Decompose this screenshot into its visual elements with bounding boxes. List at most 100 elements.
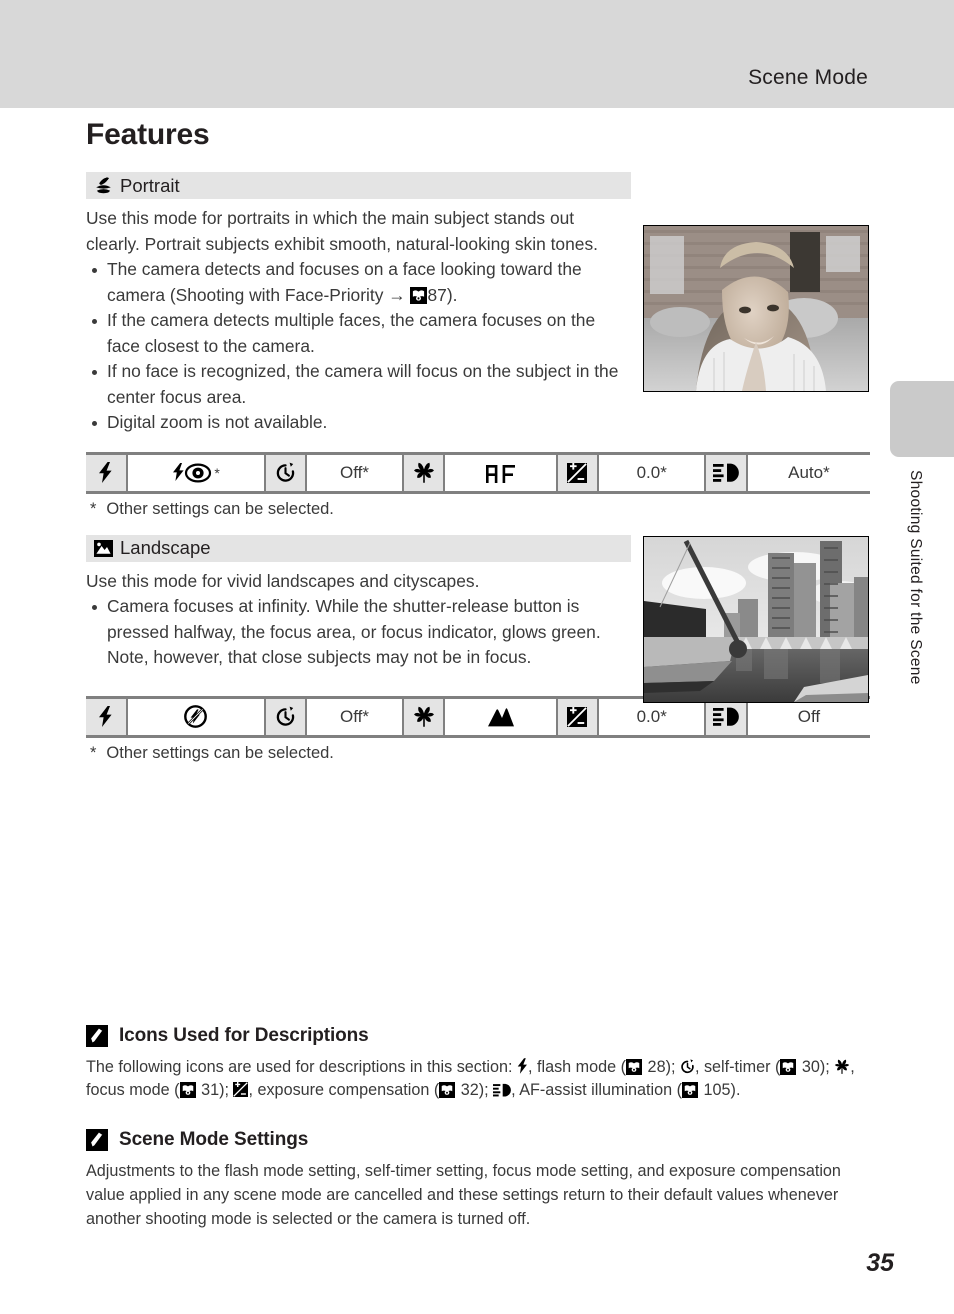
mode-header-landscape: Landscape bbox=[86, 534, 631, 562]
note-header: Icons Used for Descriptions bbox=[86, 1024, 870, 1047]
flash-mode-icon-cell bbox=[86, 454, 128, 491]
header-title: Scene Mode bbox=[748, 66, 868, 89]
note-body: Adjustments to the flash mode setting, s… bbox=[86, 1160, 868, 1231]
self-timer-icon bbox=[680, 1058, 695, 1074]
flash-mode-star: * bbox=[214, 464, 220, 481]
focus-mode-icon bbox=[834, 1059, 850, 1074]
portrait-sample-photo bbox=[643, 225, 869, 392]
exposure-compensation-icon bbox=[233, 1082, 249, 1098]
mode-intro-landscape: Use this mode for vivid landscapes and c… bbox=[86, 570, 480, 591]
note-seg: 105). bbox=[699, 1081, 741, 1100]
content-column: Features Portrait Use this mode for port… bbox=[86, 118, 871, 1231]
list-item: Camera focuses at infinity. While the sh… bbox=[86, 594, 631, 671]
self-timer-icon-cell bbox=[265, 454, 308, 491]
self-timer-value-cell: Off* bbox=[307, 698, 404, 735]
note-seg: , self-timer ( bbox=[694, 1057, 781, 1076]
bullet-text-post: ). bbox=[446, 284, 458, 305]
book-icon bbox=[626, 1058, 643, 1076]
exposure-compensation-icon bbox=[567, 706, 588, 727]
flash-mode-icon bbox=[517, 1057, 528, 1074]
book-icon bbox=[780, 1058, 797, 1076]
pencil-note-icon bbox=[86, 1024, 108, 1047]
bullet-ref-page: 87 bbox=[427, 284, 447, 305]
mode-block-portrait: Portrait Use this mode for portraits in … bbox=[86, 172, 871, 519]
footnote-landscape: * Other settings can be selected. bbox=[86, 744, 870, 763]
exposure-compensation-icon-cell bbox=[557, 454, 600, 491]
bullet-text: If the camera detects multiple faces, th… bbox=[107, 310, 596, 356]
mode-bullets-portrait: The camera detects and focuses on a face… bbox=[86, 257, 631, 436]
note-seg: The following icons are used for descrip… bbox=[86, 1057, 517, 1076]
list-item: If the camera detects multiple faces, th… bbox=[86, 308, 631, 359]
af-assist-icon bbox=[713, 463, 739, 482]
note-title: Scene Mode Settings bbox=[119, 1129, 309, 1151]
page-title: Features bbox=[86, 118, 210, 151]
focus-mode-icon bbox=[413, 462, 435, 483]
focus-mode-icon-cell bbox=[403, 454, 446, 491]
bullet-text: The camera detects and focuses on a face… bbox=[107, 259, 582, 305]
note-block-icons-used: Icons Used for Descriptions The followin… bbox=[86, 1024, 870, 1104]
mode-name-landscape: Landscape bbox=[120, 537, 211, 558]
note-block-scene-mode-settings: Scene Mode Settings Adjustments to the f… bbox=[86, 1129, 870, 1231]
af-icon bbox=[485, 463, 517, 483]
note-paragraph: Adjustments to the flash mode setting, s… bbox=[86, 1162, 841, 1228]
bullet-text: Digital zoom is not available. bbox=[107, 412, 328, 432]
footnote-star: * bbox=[90, 743, 97, 762]
note-seg: 31); bbox=[196, 1081, 234, 1100]
side-tab-label: Shooting Suited for the Scene bbox=[907, 470, 924, 685]
exposure-compensation-icon-cell bbox=[557, 698, 600, 735]
mode-intro-portrait: Use this mode for portraits in which the… bbox=[86, 208, 598, 254]
book-icon bbox=[439, 1082, 456, 1099]
mode-body-portrait: Use this mode for portraits in which the… bbox=[86, 206, 631, 436]
af-assist-value-cell: Auto* bbox=[747, 454, 871, 491]
pencil-note-icon bbox=[86, 1129, 108, 1152]
note-header: Scene Mode Settings bbox=[86, 1129, 870, 1152]
self-timer-icon-cell bbox=[265, 698, 308, 735]
af-assist-icon-cell bbox=[706, 698, 748, 735]
footnote-text: Other settings can be selected. bbox=[106, 499, 334, 518]
bullet-text: Camera focuses at infinity. While the sh… bbox=[107, 596, 601, 667]
note-seg: 30); bbox=[797, 1057, 835, 1076]
focus-mode-value-cell bbox=[445, 698, 558, 735]
note-seg: 32); bbox=[456, 1081, 494, 1100]
mode-header-portrait: Portrait bbox=[86, 172, 631, 199]
flash-mode-value-cell: * bbox=[127, 454, 266, 491]
portrait-icon bbox=[94, 176, 113, 195]
bullet-text: If no face is recognized, the camera wil… bbox=[107, 361, 619, 407]
side-thumb-tab bbox=[890, 381, 954, 457]
footnote-text: Other settings can be selected. bbox=[106, 743, 334, 762]
flash-mode-icon bbox=[98, 462, 113, 483]
footnote-portrait: * Other settings can be selected. bbox=[86, 500, 870, 519]
mode-block-landscape: Landscape Use this mode for vivid landsc… bbox=[86, 534, 871, 763]
book-icon bbox=[179, 1082, 197, 1099]
flash-mode-icon-cell bbox=[86, 698, 128, 735]
landscape-sample-photo bbox=[643, 535, 869, 703]
note-seg: , exposure compensation ( bbox=[248, 1081, 440, 1100]
self-timer-icon bbox=[275, 462, 296, 483]
self-timer-value-cell: Off* bbox=[307, 454, 404, 491]
page-header: Scene Mode bbox=[0, 0, 954, 108]
af-assist-icon bbox=[713, 707, 739, 726]
af-assist-value-cell: Off bbox=[747, 698, 871, 735]
note-seg: 28); bbox=[643, 1057, 680, 1076]
af-assist-icon bbox=[493, 1083, 512, 1097]
exposure-compensation-icon bbox=[567, 462, 588, 483]
note-title: Icons Used for Descriptions bbox=[119, 1024, 369, 1046]
self-timer-icon bbox=[275, 706, 296, 727]
settings-table-portrait: * Off* 0.0* Auto* bbox=[86, 451, 871, 494]
list-item: Digital zoom is not available. bbox=[86, 410, 631, 436]
exposure-compensation-value-cell: 0.0* bbox=[599, 698, 707, 735]
af-assist-icon-cell bbox=[706, 454, 748, 491]
flash-red-eye-icon bbox=[171, 462, 213, 484]
flash-mode-icon bbox=[98, 706, 113, 727]
mode-body-landscape: Use this mode for vivid landscapes and c… bbox=[86, 569, 631, 671]
note-paragraph: The following icons are used for descrip… bbox=[86, 1056, 868, 1104]
exposure-compensation-value-cell: 0.0* bbox=[599, 454, 707, 491]
infinity-focus-icon bbox=[487, 707, 515, 727]
mode-bullets-landscape: Camera focuses at infinity. While the sh… bbox=[86, 594, 631, 671]
list-item: The camera detects and focuses on a face… bbox=[86, 257, 631, 308]
mode-name-portrait: Portrait bbox=[120, 174, 180, 196]
page-number: 35 bbox=[866, 1249, 894, 1277]
book-icon bbox=[682, 1082, 699, 1099]
focus-mode-icon-cell bbox=[403, 698, 446, 735]
flash-mode-value-cell bbox=[127, 698, 266, 735]
